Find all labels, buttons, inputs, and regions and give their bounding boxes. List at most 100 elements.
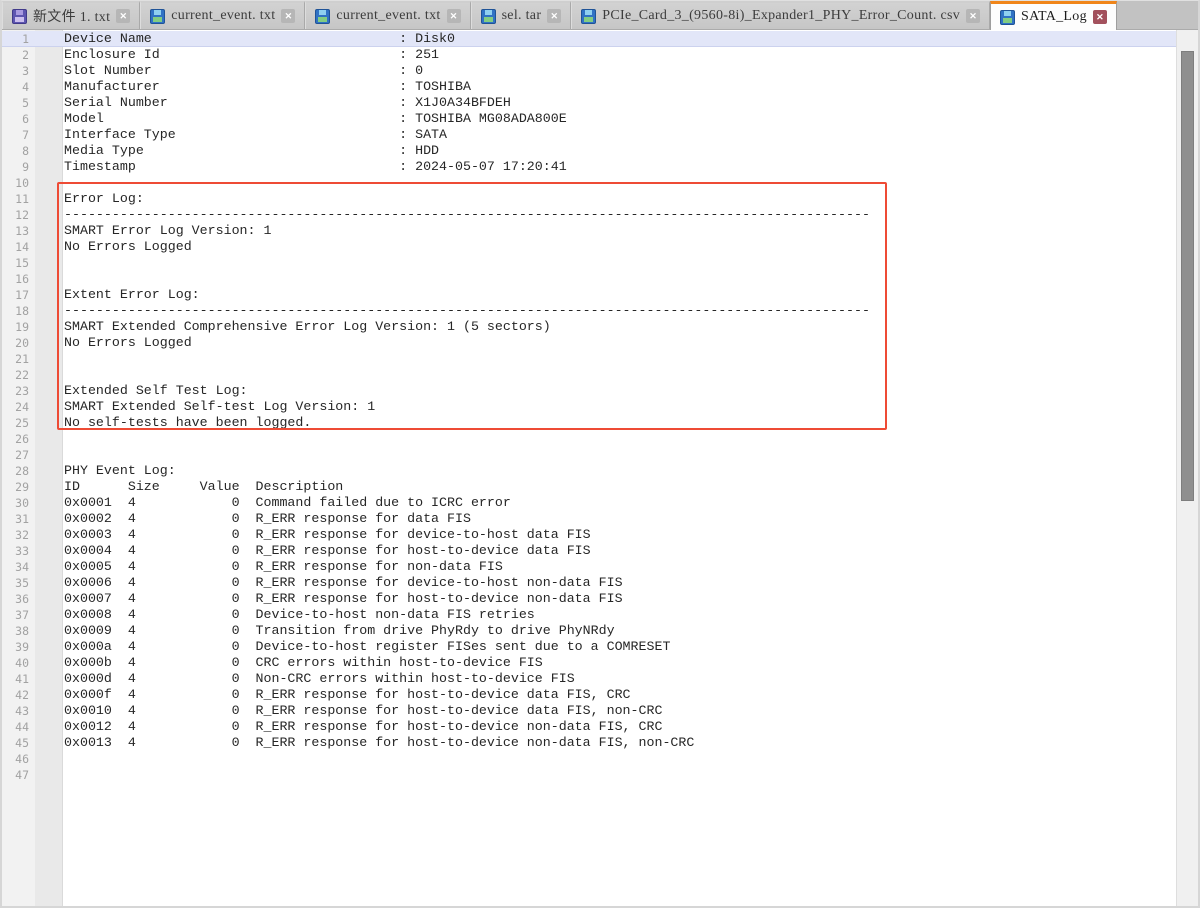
code-line-45[interactable]: 0x0013 4 0 R_ERR response for host-to-de… <box>64 735 1176 751</box>
line-numbers: 1234567891011121314151617181920212223242… <box>2 31 35 783</box>
code-line-5[interactable]: Serial Number : X1J0A34BFDEH <box>64 95 1176 111</box>
line-number-22: 22 <box>2 367 35 383</box>
vertical-scrollbar[interactable] <box>1176 30 1198 906</box>
code-line-8[interactable]: Media Type : HDD <box>64 143 1176 159</box>
line-number-18: 18 <box>2 303 35 319</box>
code-line-20[interactable]: No Errors Logged <box>64 335 1176 351</box>
tab-active-5[interactable]: SATA_Log ✕ <box>990 1 1117 30</box>
code-line-26[interactable] <box>64 431 1176 447</box>
tab-close-icon[interactable]: ✕ <box>281 9 295 23</box>
tab-close-icon[interactable]: ✕ <box>447 9 461 23</box>
code-line-21[interactable] <box>64 351 1176 367</box>
code-line-35[interactable]: 0x0006 4 0 R_ERR response for device-to-… <box>64 575 1176 591</box>
line-number-8: 8 <box>2 143 35 159</box>
code-line-43[interactable]: 0x0010 4 0 R_ERR response for host-to-de… <box>64 703 1176 719</box>
tab-label: SATA_Log <box>1021 9 1087 25</box>
code-line-32[interactable]: 0x0003 4 0 R_ERR response for device-to-… <box>64 527 1176 543</box>
code-line-46[interactable] <box>64 751 1176 767</box>
code-line-6[interactable]: Model : TOSHIBA MG08ADA800E <box>64 111 1176 127</box>
code-line-34[interactable]: 0x0005 4 0 R_ERR response for non-data F… <box>64 559 1176 575</box>
line-number-11: 11 <box>2 191 35 207</box>
editor-pane[interactable]: 1234567891011121314151617181920212223242… <box>2 30 1198 906</box>
code-line-40[interactable]: 0x000b 4 0 CRC errors within host-to-dev… <box>64 655 1176 671</box>
line-number-7: 7 <box>2 127 35 143</box>
tab-3[interactable]: sel. tar ✕ <box>471 1 572 29</box>
code-line-2[interactable]: Enclosure Id : 251 <box>64 47 1176 63</box>
code-line-18[interactable]: ----------------------------------------… <box>64 303 1176 319</box>
tab-label: PCIe_Card_3_(9560-8i)_Expander1_PHY_Erro… <box>602 8 960 24</box>
code-line-13[interactable]: SMART Error Log Version: 1 <box>64 223 1176 239</box>
line-number-43: 43 <box>2 703 35 719</box>
code-line-14[interactable]: No Errors Logged <box>64 239 1176 255</box>
line-number-41: 41 <box>2 671 35 687</box>
tab-2[interactable]: current_event. txt✕ <box>305 1 470 29</box>
tab-1[interactable]: current_event. txt✕ <box>140 1 305 29</box>
code-line-15[interactable] <box>64 255 1176 271</box>
code-line-19[interactable]: SMART Extended Comprehensive Error Log V… <box>64 319 1176 335</box>
line-number-42: 42 <box>2 687 35 703</box>
code-line-47[interactable] <box>64 767 1176 783</box>
line-number-46: 46 <box>2 751 35 767</box>
code-line-4[interactable]: Manufacturer : TOSHIBA <box>64 79 1176 95</box>
line-number-47: 47 <box>2 767 35 783</box>
tab-label: 新文件 1. txt <box>33 6 110 26</box>
code-line-31[interactable]: 0x0002 4 0 R_ERR response for data FIS <box>64 511 1176 527</box>
code-line-11[interactable]: Error Log: <box>64 191 1176 207</box>
line-number-15: 15 <box>2 255 35 271</box>
floppy-icon <box>12 9 27 24</box>
tab-close-icon[interactable]: ✕ <box>547 9 561 23</box>
code-line-28[interactable]: PHY Event Log: <box>64 463 1176 479</box>
tab-4[interactable]: PCIe_Card_3_(9560-8i)_Expander1_PHY_Erro… <box>571 1 990 29</box>
code-line-16[interactable] <box>64 271 1176 287</box>
code-line-12[interactable]: ----------------------------------------… <box>64 207 1176 223</box>
code-line-24[interactable]: SMART Extended Self-test Log Version: 1 <box>64 399 1176 415</box>
code-line-27[interactable] <box>64 447 1176 463</box>
line-number-14: 14 <box>2 239 35 255</box>
floppy-icon <box>481 9 496 24</box>
code-line-25[interactable]: No self-tests have been logged. <box>64 415 1176 431</box>
line-number-5: 5 <box>2 95 35 111</box>
floppy-icon <box>315 9 330 24</box>
tab-close-icon[interactable]: ✕ <box>966 9 980 23</box>
code-line-3[interactable]: Slot Number : 0 <box>64 63 1176 79</box>
tab-close-icon[interactable]: ✕ <box>116 9 130 23</box>
editor-window: 新文件 1. txt✕current_event. txt✕current_ev… <box>0 0 1200 908</box>
code-line-17[interactable]: Extent Error Log: <box>64 287 1176 303</box>
code-line-10[interactable] <box>64 175 1176 191</box>
code-content[interactable]: Device Name : Disk0Enclosure Id : 251Slo… <box>64 31 1176 783</box>
line-number-35: 35 <box>2 575 35 591</box>
code-line-39[interactable]: 0x000a 4 0 Device-to-host register FISes… <box>64 639 1176 655</box>
line-number-10: 10 <box>2 175 35 191</box>
line-number-3: 3 <box>2 63 35 79</box>
line-number-21: 21 <box>2 351 35 367</box>
code-line-33[interactable]: 0x0004 4 0 R_ERR response for host-to-de… <box>64 543 1176 559</box>
tab-0[interactable]: 新文件 1. txt ✕ <box>2 1 140 29</box>
scrollbar-thumb[interactable] <box>1181 51 1194 501</box>
line-number-38: 38 <box>2 623 35 639</box>
code-line-41[interactable]: 0x000d 4 0 Non-CRC errors within host-to… <box>64 671 1176 687</box>
code-line-23[interactable]: Extended Self Test Log: <box>64 383 1176 399</box>
line-number-36: 36 <box>2 591 35 607</box>
code-line-44[interactable]: 0x0012 4 0 R_ERR response for host-to-de… <box>64 719 1176 735</box>
code-line-29[interactable]: ID Size Value Description <box>64 479 1176 495</box>
tab-bar: 新文件 1. txt✕current_event. txt✕current_ev… <box>2 1 1198 30</box>
code-line-38[interactable]: 0x0009 4 0 Transition from drive PhyRdy … <box>64 623 1176 639</box>
code-line-36[interactable]: 0x0007 4 0 R_ERR response for host-to-de… <box>64 591 1176 607</box>
line-number-19: 19 <box>2 319 35 335</box>
line-number-16: 16 <box>2 271 35 287</box>
tab-label: sel. tar <box>502 8 542 24</box>
code-line-22[interactable] <box>64 367 1176 383</box>
line-number-31: 31 <box>2 511 35 527</box>
line-number-45: 45 <box>2 735 35 751</box>
floppy-icon <box>581 9 596 24</box>
line-number-32: 32 <box>2 527 35 543</box>
tab-close-icon[interactable]: ✕ <box>1093 10 1107 24</box>
line-number-34: 34 <box>2 559 35 575</box>
line-number-26: 26 <box>2 431 35 447</box>
code-line-1[interactable]: Device Name : Disk0 <box>64 31 1176 47</box>
code-line-42[interactable]: 0x000f 4 0 R_ERR response for host-to-de… <box>64 687 1176 703</box>
code-line-37[interactable]: 0x0008 4 0 Device-to-host non-data FIS r… <box>64 607 1176 623</box>
code-line-7[interactable]: Interface Type : SATA <box>64 127 1176 143</box>
code-line-30[interactable]: 0x0001 4 0 Command failed due to ICRC er… <box>64 495 1176 511</box>
code-line-9[interactable]: Timestamp : 2024-05-07 17:20:41 <box>64 159 1176 175</box>
